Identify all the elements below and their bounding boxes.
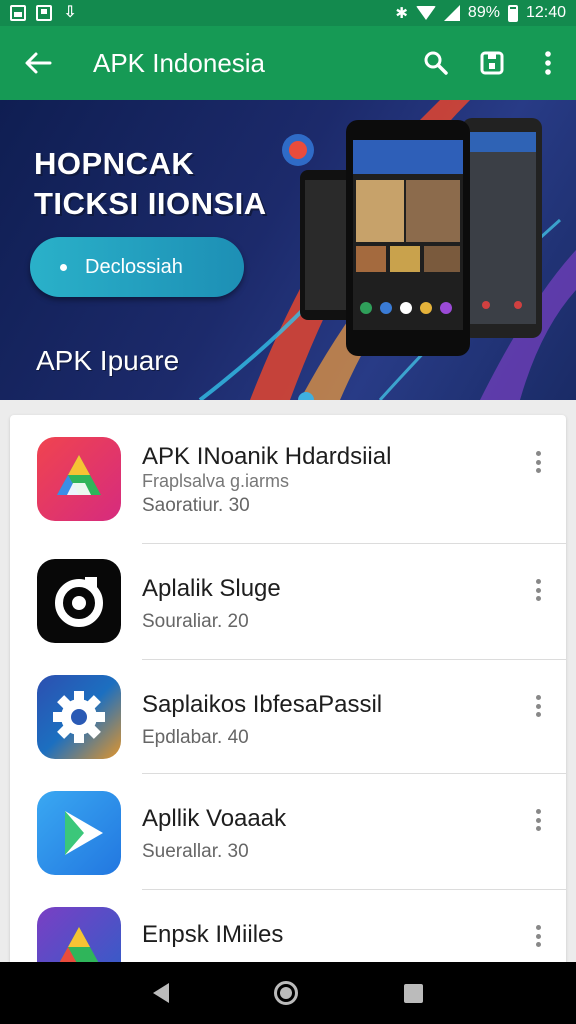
list-item[interactable]: Saplaikos IbfesaPassil Epdlabar. 40: [10, 659, 566, 775]
banner-download-button[interactable]: Declossiah: [30, 237, 244, 297]
divider: [142, 773, 566, 774]
ring-camera-icon: [37, 559, 121, 643]
banner-title: HOPNCAK TICKSI IIONSIA: [34, 144, 267, 224]
app-meta: Saoratiur. 30: [142, 495, 250, 516]
app-meta: Souraliar. 20: [142, 611, 249, 632]
download-notification-icon: ⇩: [63, 4, 77, 21]
divider: [142, 659, 566, 660]
bluetooth-icon: ✱: [395, 5, 408, 22]
signal-icon: [443, 5, 460, 21]
app-title: Saplaikos IbfesaPassil: [142, 691, 383, 718]
nav-back-icon[interactable]: [152, 983, 169, 1003]
back-button[interactable]: [0, 26, 76, 100]
status-bar: ⇩ ✱ 89% 12:40: [0, 0, 576, 26]
more-vert-icon[interactable]: [528, 575, 548, 605]
promo-banner[interactable]: HOPNCAK TICKSI IIONSIA Declossiah APK Ip…: [0, 100, 576, 400]
app-title: Aplalik Sluge: [142, 575, 281, 602]
app-meta: Epdlabar. 40: [142, 727, 249, 748]
app-bar: APK Indonesia: [0, 26, 576, 100]
nav-recents-icon[interactable]: [404, 983, 424, 1003]
drive-triangle-icon: [37, 437, 121, 521]
more-options-button[interactable]: [520, 26, 576, 100]
gear-icon: [37, 675, 121, 759]
more-vert-icon[interactable]: [528, 447, 548, 477]
app-list: APK INoanik Hdardsiial Fraplsalva g.iarm…: [10, 415, 566, 975]
battery-percent: 89%: [467, 4, 500, 21]
list-item[interactable]: APK INoanik Hdardsiial Fraplsalva g.iarm…: [10, 415, 566, 531]
divider: [142, 543, 566, 544]
more-vert-icon[interactable]: [528, 691, 548, 721]
more-vert-icon[interactable]: [528, 805, 548, 835]
divider: [142, 889, 566, 890]
nav-home-icon[interactable]: [274, 981, 299, 1005]
search-icon: [424, 51, 448, 75]
arrow-back-icon: [25, 52, 52, 74]
system-nav-bar: [0, 962, 576, 1024]
app-title: APK INoanik Hdardsiial: [142, 443, 392, 470]
app-title: APK Indonesia: [93, 47, 266, 78]
banner-title-line1: HOPNCAK: [34, 146, 195, 181]
notification-icons: ⇩: [10, 5, 78, 21]
save-button[interactable]: [464, 26, 520, 100]
system-icons: ✱ 89% 12:40: [395, 4, 566, 22]
save-notification-icon: [36, 5, 52, 21]
more-vert-icon[interactable]: [528, 921, 548, 951]
bullet-icon: [60, 263, 67, 271]
list-item[interactable]: Apllik Voaaak Suerallar. 30: [10, 773, 566, 889]
app-meta: Suerallar. 30: [142, 841, 249, 862]
app-title: Enpsk IMiiles: [142, 921, 284, 948]
save-icon: [480, 51, 504, 75]
battery-icon: [507, 4, 518, 22]
list-item[interactable]: Aplalik Sluge Souraliar. 20: [10, 543, 566, 659]
search-button[interactable]: [408, 26, 464, 100]
banner-title-line2: TICKSI IIONSIA: [34, 186, 267, 221]
app-title: Apllik Voaaak: [142, 805, 287, 832]
play-triangle-icon: [37, 791, 121, 875]
image-notification-icon: [10, 5, 26, 21]
banner-subtitle: APK Ipuare: [36, 345, 180, 376]
clock: 12:40: [525, 4, 566, 21]
more-vert-icon: [545, 51, 551, 75]
app-subtitle: Fraplsalva g.iarms: [142, 471, 290, 491]
wifi-icon: [415, 6, 436, 20]
banner-button-label: Declossiah: [85, 255, 183, 278]
